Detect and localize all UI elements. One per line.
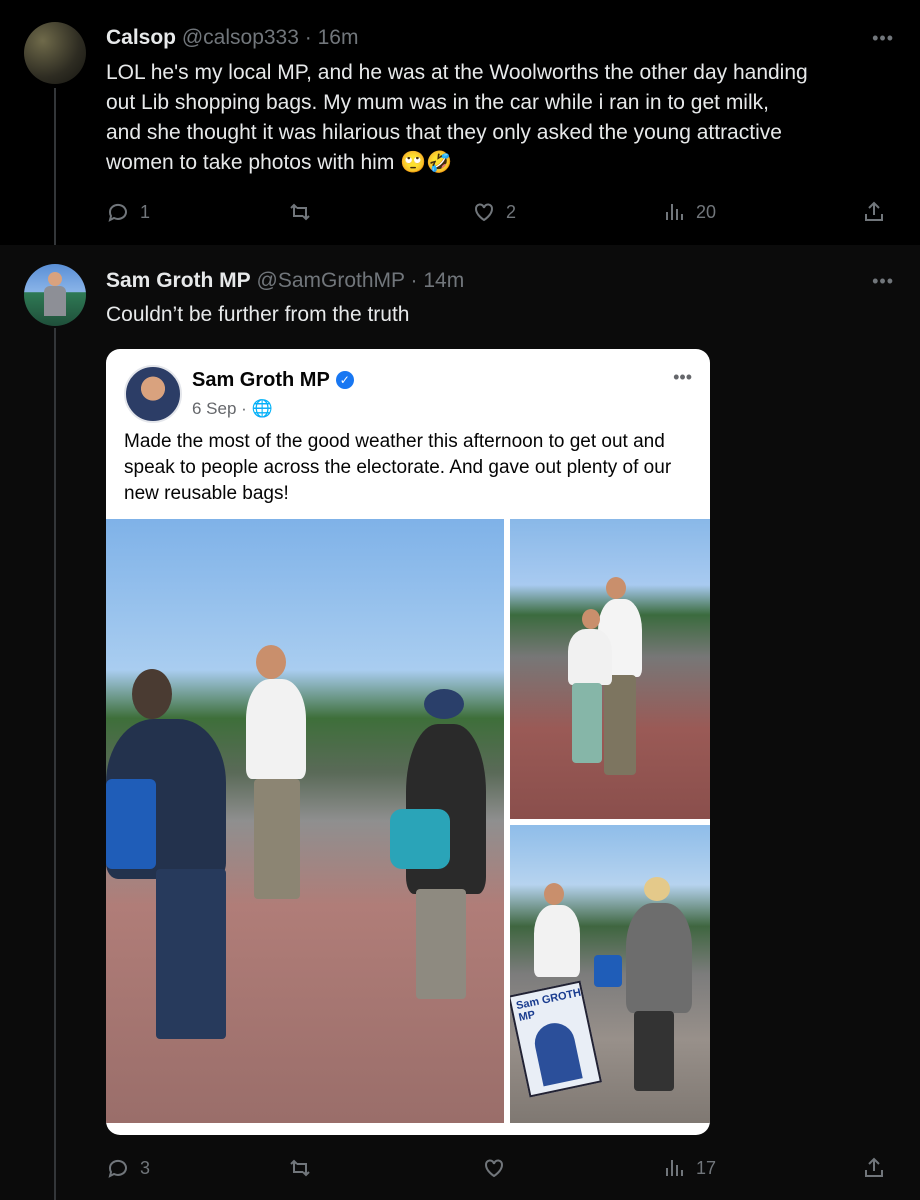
fb-avatar — [124, 365, 182, 423]
action-bar: 1 2 20 — [106, 200, 896, 230]
retweet-icon — [290, 1159, 310, 1177]
tweet-text: Couldn’t be further from the truth — [106, 303, 410, 326]
reply-button[interactable]: 1 — [106, 200, 150, 224]
reply-count: 1 — [140, 201, 151, 222]
tweet-header: Sam Groth MP @SamGrothMP · 14m — [106, 269, 465, 292]
views-button[interactable]: 20 — [662, 200, 716, 224]
tweet-header: Calsop @calsop333 · 16m — [106, 26, 359, 49]
display-name[interactable]: Calsop — [106, 26, 176, 49]
views-icon — [666, 1160, 683, 1176]
share-button[interactable] — [862, 1156, 886, 1180]
reply-icon — [108, 1159, 127, 1178]
more-horizontal-icon[interactable]: ••• — [872, 28, 894, 49]
fb-page-name: Sam Groth MP ✓ — [192, 369, 354, 392]
heart-icon — [485, 1159, 503, 1178]
avatar[interactable] — [24, 264, 86, 326]
campaign-poster: Sam GROTH MP — [510, 980, 603, 1098]
thread-line — [54, 88, 56, 245]
share-icon — [865, 201, 883, 221]
tweet-text-line: and she thought it was hilarious that th… — [106, 121, 782, 144]
views-count: 17 — [696, 1157, 717, 1178]
photo-main — [106, 519, 504, 1123]
thread-line — [54, 328, 56, 1200]
photo-bottom-right: Sam GROTH MP — [510, 825, 710, 1123]
reply-icon — [108, 203, 127, 222]
fb-date: 6 Sep · 🌐 — [192, 399, 273, 418]
views-button[interactable]: 17 — [662, 1156, 716, 1180]
avatar[interactable] — [24, 22, 86, 84]
verified-badge-icon: ✓ — [335, 371, 354, 389]
globe-icon: 🌐 — [251, 399, 273, 418]
like-button[interactable] — [482, 1156, 516, 1180]
views-count: 20 — [696, 201, 717, 222]
photo-top-right — [510, 519, 710, 819]
handle[interactable]: @SamGrothMP — [257, 269, 405, 292]
reply-count: 3 — [140, 1157, 151, 1178]
embedded-image[interactable]: Sam Groth MP ✓ 6 Sep · 🌐 ••• Made the mos… — [106, 349, 710, 1135]
timestamp[interactable]: 16m — [318, 26, 359, 49]
share-button[interactable] — [862, 200, 886, 224]
reply-button[interactable]: 3 — [106, 1156, 150, 1180]
tweet-text-line: LOL he's my local MP, and he was at the … — [106, 61, 808, 84]
retweet-icon — [290, 203, 310, 221]
share-icon — [865, 1157, 883, 1177]
display-name[interactable]: Sam Groth MP — [106, 269, 251, 292]
handle[interactable]: @calsop333 — [182, 26, 299, 49]
tweet-text-line: out Lib shopping bags. My mum was in the… — [106, 91, 769, 114]
more-horizontal-icon[interactable]: ••• — [872, 271, 894, 292]
retweet-button[interactable] — [288, 1156, 322, 1180]
fb-post-text: Made the most of the good weather this a… — [124, 431, 672, 504]
heart-icon — [475, 203, 493, 222]
like-count: 2 — [506, 201, 517, 222]
tweet-text: LOL he's my local MP, and he was at the … — [106, 58, 808, 178]
action-bar: 3 17 — [106, 1156, 896, 1186]
like-button[interactable]: 2 — [472, 200, 516, 224]
tweet-sam-groth[interactable]: Sam Groth MP @SamGrothMP · 14m ••• Could… — [0, 245, 920, 1200]
views-icon — [666, 204, 683, 220]
tweet-calsop[interactable]: Calsop @calsop333 · 16m ••• LOL he's my … — [0, 0, 920, 245]
timestamp[interactable]: 14m — [423, 269, 464, 292]
retweet-button[interactable] — [288, 200, 322, 224]
tweet-text-line: women to take photos with him 🙄🤣 — [106, 151, 453, 174]
more-horizontal-icon: ••• — [673, 367, 692, 387]
